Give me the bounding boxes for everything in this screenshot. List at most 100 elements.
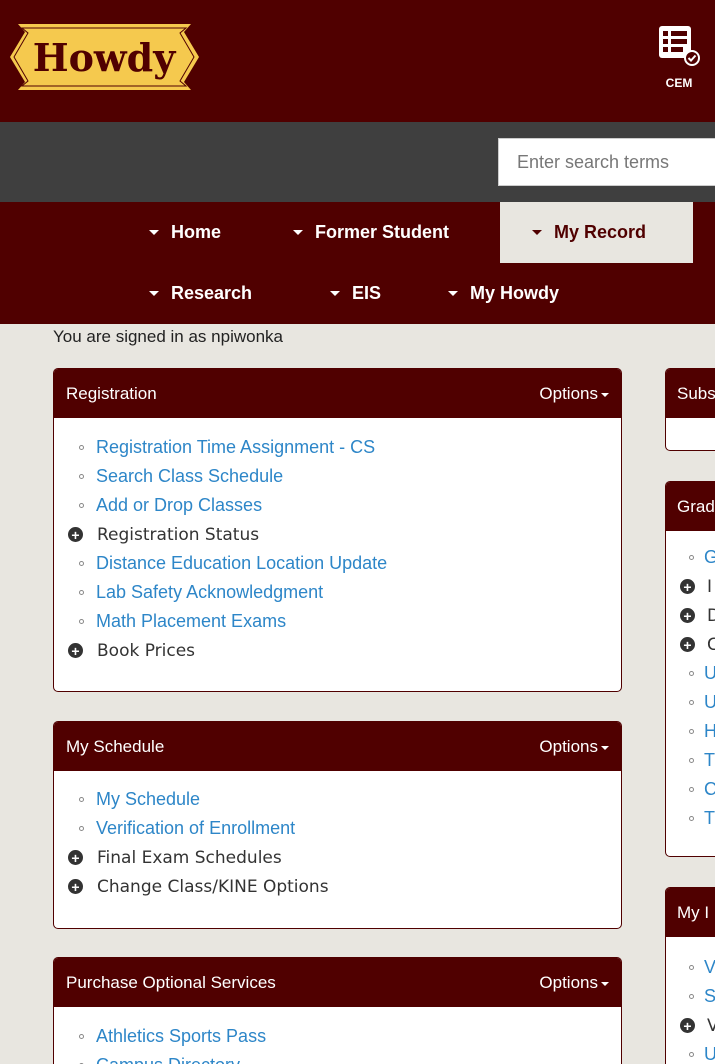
options-dropdown[interactable]: Options xyxy=(539,384,609,404)
list-item: C xyxy=(680,775,715,804)
search-input[interactable] xyxy=(498,138,715,186)
bullet-icon xyxy=(689,555,694,560)
panel-header: Purchase Optional Services Options xyxy=(54,958,621,1007)
purchase-list: Athletics Sports Pass Campus Directory xyxy=(54,1007,621,1064)
bullet-icon xyxy=(689,994,694,999)
plus-circle-icon[interactable]: + xyxy=(680,579,695,594)
nav-research[interactable]: Research xyxy=(149,263,252,324)
grades-link[interactable]: C xyxy=(704,779,715,800)
caret-down-icon xyxy=(601,745,609,750)
campus-directory-link[interactable]: Campus Directory xyxy=(96,1055,240,1064)
list-item: Registration Time Assignment - CS xyxy=(68,433,621,462)
grades-link[interactable]: T xyxy=(704,750,715,771)
list-item: Verification of Enrollment xyxy=(68,814,621,843)
nav-my-record-label: My Record xyxy=(554,222,647,242)
signed-in-status: You are signed in as npiwonka xyxy=(53,327,283,346)
my-info-link[interactable]: U xyxy=(704,1044,715,1064)
caret-down-icon xyxy=(532,230,542,235)
book-prices-toggle[interactable]: Book Prices xyxy=(97,641,195,661)
grades-link[interactable]: G xyxy=(704,547,715,568)
search-class-schedule-link[interactable]: Search Class Schedule xyxy=(96,466,283,487)
panel-title: Registration xyxy=(66,383,157,403)
plus-circle-icon[interactable]: + xyxy=(68,643,83,658)
nav-home[interactable]: Home xyxy=(149,202,221,263)
list-item: +D xyxy=(680,601,715,630)
caret-down-icon xyxy=(601,981,609,986)
registration-time-assignment-link[interactable]: Registration Time Assignment - CS xyxy=(96,437,375,458)
list-item: Lab Safety Acknowledgment xyxy=(68,578,621,607)
grades-link[interactable]: H xyxy=(704,721,715,742)
add-drop-classes-link[interactable]: Add or Drop Classes xyxy=(96,495,262,516)
options-dropdown[interactable]: Options xyxy=(539,973,609,993)
my-info-list: V S +V U xyxy=(666,937,715,1064)
my-info-link[interactable]: V xyxy=(704,957,715,978)
my-info-link[interactable]: S xyxy=(704,986,715,1007)
grades-toggle[interactable]: I xyxy=(707,577,712,597)
options-dropdown[interactable]: Options xyxy=(539,737,609,757)
grades-toggle[interactable]: D xyxy=(707,606,715,626)
registration-panel: Registration Options Registration Time A… xyxy=(53,368,622,692)
list-item: +C xyxy=(680,630,715,659)
plus-circle-icon[interactable]: + xyxy=(680,1018,695,1033)
registration-status-toggle[interactable]: Registration Status xyxy=(97,525,259,545)
change-class-kine-toggle[interactable]: Change Class/KINE Options xyxy=(97,877,329,897)
lab-safety-link[interactable]: Lab Safety Acknowledgment xyxy=(96,582,323,603)
my-info-panel: My I V S +V U xyxy=(665,887,715,1064)
caret-down-icon xyxy=(149,230,159,235)
logo-text: Howdy xyxy=(33,35,177,80)
plus-circle-icon[interactable]: + xyxy=(68,527,83,542)
math-placement-link[interactable]: Math Placement Exams xyxy=(96,611,286,632)
list-item: + Registration Status xyxy=(68,520,621,549)
bullet-icon xyxy=(79,445,84,450)
subscriptions-panel: Subs xyxy=(665,368,715,451)
list-item: Athletics Sports Pass xyxy=(68,1022,621,1051)
nav-eis-label: EIS xyxy=(352,283,382,303)
distance-education-link[interactable]: Distance Education Location Update xyxy=(96,553,387,574)
bullet-icon xyxy=(79,561,84,566)
cem-button[interactable]: CEM xyxy=(652,24,706,94)
caret-down-icon xyxy=(601,392,609,397)
list-item: H xyxy=(680,717,715,746)
bullet-icon xyxy=(689,1052,694,1057)
nav-my-record[interactable]: My Record xyxy=(500,202,693,263)
my-schedule-link[interactable]: My Schedule xyxy=(96,789,200,810)
final-exam-schedules-toggle[interactable]: Final Exam Schedules xyxy=(97,848,282,868)
nav-eis[interactable]: EIS xyxy=(330,263,381,324)
caret-down-icon xyxy=(448,291,458,296)
grades-panel: Grad G +I +D +C U U H T C T xyxy=(665,481,715,857)
howdy-logo[interactable]: Howdy xyxy=(10,24,199,90)
nav-research-label: Research xyxy=(171,283,253,303)
nav-my-howdy[interactable]: My Howdy xyxy=(448,263,559,324)
athletics-sports-pass-link[interactable]: Athletics Sports Pass xyxy=(96,1026,266,1047)
plus-circle-icon[interactable]: + xyxy=(68,850,83,865)
plus-circle-icon[interactable]: + xyxy=(680,637,695,652)
my-info-toggle[interactable]: V xyxy=(707,1016,715,1036)
grades-link[interactable]: T xyxy=(704,808,715,829)
panel-title: Subs xyxy=(666,369,715,418)
nav-former-student-label: Former Student xyxy=(315,222,450,242)
bullet-icon xyxy=(79,590,84,595)
bullet-icon xyxy=(689,965,694,970)
verification-enrollment-link[interactable]: Verification of Enrollment xyxy=(96,818,295,839)
panel-title: My Schedule xyxy=(66,736,165,756)
panel-title: Grad xyxy=(666,482,715,531)
options-label: Options xyxy=(539,383,598,403)
plus-circle-icon[interactable]: + xyxy=(68,879,83,894)
panel-header: Registration Options xyxy=(54,369,621,418)
plus-circle-icon[interactable]: + xyxy=(680,608,695,623)
list-item: +V xyxy=(680,1011,715,1040)
nav-home-label: Home xyxy=(171,222,222,242)
checklist-icon xyxy=(659,26,700,66)
list-item: G xyxy=(680,543,715,572)
nav-former-student[interactable]: Former Student xyxy=(293,202,449,263)
registration-list: Registration Time Assignment - CS Search… xyxy=(54,418,621,665)
grades-link[interactable]: U xyxy=(704,663,715,684)
list-item: U xyxy=(680,688,715,717)
bullet-icon xyxy=(79,503,84,508)
list-item: + I xyxy=(680,572,715,601)
grades-link[interactable]: U xyxy=(704,692,715,713)
my-schedule-list: My Schedule Verification of Enrollment +… xyxy=(54,771,621,901)
cem-label: CEM xyxy=(665,76,693,90)
grades-toggle[interactable]: C xyxy=(707,635,715,655)
top-header: Howdy CEM xyxy=(0,0,715,122)
